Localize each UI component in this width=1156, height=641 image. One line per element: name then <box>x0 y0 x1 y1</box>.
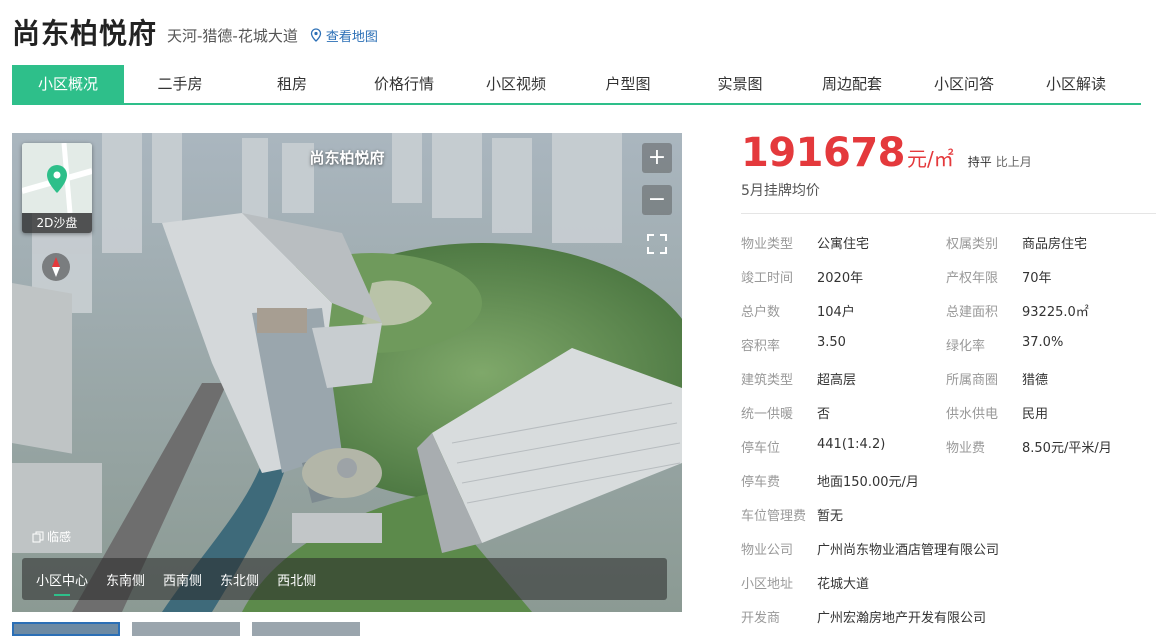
tab-rent[interactable]: 租房 <box>236 65 348 103</box>
info-value: 地面150.00元/月 <box>817 475 919 490</box>
info-row: 小区地址 花城大道 <box>741 573 1151 607</box>
info-value: 花城大道 <box>817 577 870 592</box>
info-row: 物业公司 广州尚东物业酒店管理有限公司 <box>741 539 1151 573</box>
page-header: 尚东柏悦府 天河-猎德-花城大道 查看地图 <box>12 10 378 54</box>
info-label: 绿化率 <box>946 339 986 354</box>
info-value: 公寓住宅 <box>817 237 870 252</box>
info-label: 总户数 <box>741 305 781 320</box>
view-map-link[interactable]: 查看地图 <box>310 26 378 45</box>
zoom-in-button[interactable]: + <box>642 143 672 173</box>
aerial-image <box>12 133 682 612</box>
info-row: 停车费 地面150.00元/月 <box>741 471 1151 505</box>
compass-icon[interactable] <box>42 253 70 281</box>
aerial-panorama[interactable]: 尚东柏悦府 2D沙盘 + − 临感 小区中心 东南侧 西南侧 东北侧 西北侧 <box>12 133 682 612</box>
tab-price-trend[interactable]: 价格行情 <box>348 65 460 103</box>
info-value: 104户 <box>817 305 855 320</box>
copy-icon <box>32 531 44 542</box>
info-value: 商品房住宅 <box>1022 237 1088 252</box>
info-label: 总建面积 <box>946 305 999 320</box>
info-label: 建筑类型 <box>741 373 794 388</box>
pano-viewpoint-nav: 小区中心 东南侧 西南侧 东北侧 西北侧 <box>22 558 667 600</box>
info-value: 3.50 <box>817 335 846 350</box>
tab-photos[interactable]: 实景图 <box>684 65 796 103</box>
info-label: 容积率 <box>741 339 781 354</box>
info-value: 否 <box>817 407 831 422</box>
viewpoint-center[interactable]: 小区中心 <box>36 570 88 596</box>
location-pin-icon <box>310 28 321 42</box>
info-label: 供水供电 <box>946 407 999 422</box>
zoom-out-button[interactable]: − <box>642 185 672 215</box>
info-label: 车位管理费 <box>741 509 807 524</box>
info-value: 93225.0㎡ <box>1022 305 1089 320</box>
tab-surroundings[interactable]: 周边配套 <box>796 65 908 103</box>
info-label: 权属类别 <box>946 237 999 252</box>
price-unit: 元/㎡ <box>907 147 954 171</box>
info-label: 物业公司 <box>741 543 794 558</box>
fullscreen-icon[interactable] <box>644 231 670 257</box>
info-value: 2020年 <box>817 271 864 286</box>
info-label: 统一供暖 <box>741 407 794 422</box>
info-value: 37.0% <box>1022 335 1064 350</box>
info-label: 产权年限 <box>946 271 999 286</box>
info-row: 建筑类型 超高层 所属商圈 猎德 <box>741 369 1151 403</box>
info-value: 8.50元/平米/月 <box>1022 441 1112 456</box>
location-text: 天河-猎德-花城大道 <box>167 26 298 45</box>
sandbox-2d-button[interactable]: 2D沙盘 <box>22 143 92 233</box>
info-value: 暂无 <box>817 509 844 524</box>
info-label: 小区地址 <box>741 577 794 592</box>
info-value: 441(1:4.2) <box>817 437 886 452</box>
info-value: 广州宏瀚房地产开发有限公司 <box>817 611 987 626</box>
info-row: 开发商 广州宏瀚房地产开发有限公司 <box>741 607 1151 641</box>
thumbnail-strip <box>12 622 372 636</box>
price-compare: 比上月 <box>995 155 1032 169</box>
info-row: 总户数 104户 总建面积 93225.0㎡ <box>741 301 1151 335</box>
avg-price-value: 191678 <box>741 130 906 176</box>
info-label: 物业类型 <box>741 237 794 252</box>
sandbox-map-thumb <box>22 143 92 214</box>
info-row: 容积率 3.50 绿化率 37.0% <box>741 335 1151 369</box>
info-label: 物业费 <box>946 441 986 456</box>
tab-overview[interactable]: 小区概况 <box>12 65 124 103</box>
page-title: 尚东柏悦府 <box>12 17 158 50</box>
tab-interpretation[interactable]: 小区解读 <box>1020 65 1132 103</box>
info-value: 广州尚东物业酒店管理有限公司 <box>817 543 1000 558</box>
pano-title: 尚东柏悦府 <box>309 149 385 167</box>
linggan-label: 临感 <box>47 530 72 544</box>
info-value: 超高层 <box>817 373 857 388</box>
price-block: 191678 元/㎡ 持平 比上月 5月挂牌均价 <box>741 130 1032 200</box>
info-row: 停车位 441(1:4.2) 物业费 8.50元/平米/月 <box>741 437 1151 471</box>
info-label: 停车位 <box>741 441 781 456</box>
viewpoint-southwest[interactable]: 西南侧 <box>163 570 202 589</box>
viewpoint-northeast[interactable]: 东北侧 <box>220 570 259 589</box>
tab-qa[interactable]: 小区问答 <box>908 65 1020 103</box>
info-value: 70年 <box>1022 271 1052 286</box>
viewpoint-northwest[interactable]: 西北侧 <box>277 570 316 589</box>
info-label: 所属商圈 <box>946 373 999 388</box>
info-label: 开发商 <box>741 611 781 626</box>
info-row: 竣工时间 2020年 产权年限 70年 <box>741 267 1151 301</box>
price-trend: 持平 <box>967 155 992 169</box>
map-pin-icon <box>22 143 92 214</box>
tab-bar: 小区概况 二手房 租房 价格行情 小区视频 户型图 实景图 周边配套 小区问答 … <box>12 65 1141 105</box>
info-row: 统一供暖 否 供水供电 民用 <box>741 403 1151 437</box>
tab-floorplan[interactable]: 户型图 <box>572 65 684 103</box>
divider <box>741 213 1156 214</box>
info-label: 停车费 <box>741 475 781 490</box>
info-row: 车位管理费 暂无 <box>741 505 1151 539</box>
linggan-button[interactable]: 临感 <box>32 528 71 545</box>
sandbox-label: 2D沙盘 <box>22 213 92 233</box>
price-label: 5月挂牌均价 <box>741 183 820 199</box>
info-row: 物业类型 公寓住宅 权属类别 商品房住宅 <box>741 233 1151 267</box>
viewpoint-southeast[interactable]: 东南侧 <box>106 570 145 589</box>
view-map-label: 查看地图 <box>325 29 378 45</box>
info-label: 竣工时间 <box>741 271 794 286</box>
tab-video[interactable]: 小区视频 <box>460 65 572 103</box>
community-info-table: 物业类型 公寓住宅 权属类别 商品房住宅 竣工时间 2020年 产权年限 70年 总户数… <box>741 233 1151 641</box>
tab-secondhand[interactable]: 二手房 <box>124 65 236 103</box>
info-value: 猎德 <box>1022 373 1049 388</box>
info-value: 民用 <box>1022 407 1049 422</box>
